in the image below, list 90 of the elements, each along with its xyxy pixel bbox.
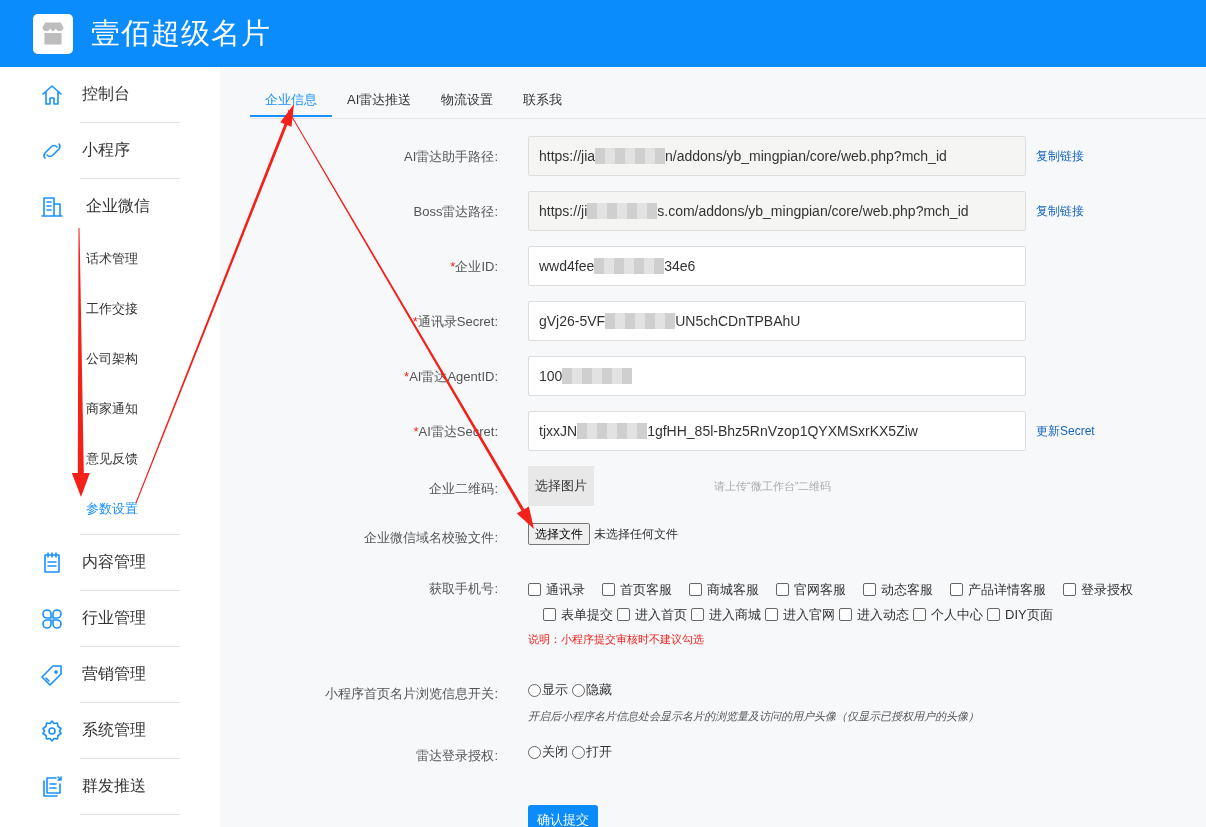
link[interactable]: 复制链接 <box>1036 147 1084 165</box>
radio-label: 打开 <box>586 743 612 761</box>
form-label: 企业二维码: <box>429 481 498 496</box>
input-field[interactable]: gVj26-5VF UN5chCDnTPBAhU <box>528 301 1026 341</box>
warning-note: 说明：小程序提交审核时不建议勾选 <box>528 632 705 647</box>
radio-label: 隐藏 <box>586 681 612 699</box>
shop-logo-icon <box>33 13 73 54</box>
radio-label: 显示 <box>542 681 568 699</box>
document-send-icon <box>40 774 64 799</box>
redaction-blur <box>587 203 658 219</box>
tab[interactable]: 联系我 <box>508 87 578 117</box>
sidebar-item[interactable]: 系统管理 <box>0 703 220 758</box>
input-field[interactable]: wwd4fee 34e6 <box>528 246 1026 286</box>
checkbox[interactable] <box>863 583 876 596</box>
choose-image-button[interactable]: 选择图片 <box>528 466 594 506</box>
checkbox[interactable] <box>617 608 630 621</box>
sidebar-subitem[interactable]: 商家通知 <box>0 384 220 434</box>
sidebar-subitem[interactable]: 公司架构 <box>0 334 220 384</box>
choose-file-button[interactable]: 选择文件 <box>528 523 590 545</box>
redaction-blur <box>577 423 648 439</box>
radio-button[interactable] <box>528 745 541 759</box>
checkbox-label: 进入官网 <box>783 605 835 624</box>
link[interactable]: 更新Secret <box>1036 422 1095 440</box>
tab[interactable]: 物流设置 <box>426 87 509 117</box>
sidebar-item[interactable]: 行业管理 <box>0 591 220 646</box>
checkbox-label: 进入动态 <box>857 605 909 624</box>
checkbox-label: 个人中心 <box>931 605 983 624</box>
checkbox-label: 产品详情客服 <box>968 580 1046 599</box>
form-label: Boss雷达路径: <box>413 204 498 219</box>
sidebar-item[interactable]: 小程序 <box>0 123 220 178</box>
checkbox[interactable] <box>1063 583 1076 596</box>
input-field[interactable]: https://ji s.com/addons/yb_mingpian/core/web.php?mch_id <box>528 191 1026 231</box>
upload-hint: 请上传“微工作台”二维码 <box>714 478 832 494</box>
sidebar-subitem[interactable]: 意见反馈 <box>0 434 220 484</box>
sidebar-item[interactable]: 内容管理 <box>0 535 220 590</box>
checkbox-label: 动态客服 <box>881 580 933 599</box>
checkbox[interactable] <box>776 583 789 596</box>
checkbox-label: 通讯录 <box>546 580 585 599</box>
form-label: 雷达登录授权: <box>416 748 498 763</box>
checkbox-label: 官网客服 <box>794 580 846 599</box>
tab[interactable]: AI雷达推送 <box>332 87 427 117</box>
checkbox[interactable] <box>839 608 852 621</box>
redaction-blur <box>595 148 666 164</box>
checkbox-label: 进入商城 <box>709 605 761 624</box>
app-title: 壹佰超级名片 <box>91 15 271 51</box>
input-field[interactable]: https://jia n/addons/yb_mingpian/core/web.php?mch_id <box>528 136 1026 176</box>
radio-label: 关闭 <box>542 743 568 761</box>
file-status: 未选择任何文件 <box>594 525 678 543</box>
checkbox-label: 表单提交 <box>561 605 613 624</box>
checkbox[interactable] <box>691 608 704 621</box>
redaction-blur <box>605 313 676 329</box>
checkbox[interactable] <box>543 608 556 621</box>
redaction-blur <box>594 258 665 274</box>
checkbox-label: 进入首页 <box>635 605 687 624</box>
checkbox[interactable] <box>528 583 541 596</box>
radio-button[interactable] <box>572 683 585 697</box>
form-label: *企业ID: <box>450 259 498 274</box>
sidebar-subitem[interactable]: 工作交接 <box>0 284 220 334</box>
sidebar-item[interactable]: 控制台 <box>0 67 220 122</box>
checkbox[interactable] <box>913 608 926 621</box>
radio-button[interactable] <box>572 745 585 759</box>
input-field[interactable]: tjxxJN 1gfHH_85l-Bhz5RnVzop1QYXMSxrKX5Ziw <box>528 411 1026 451</box>
checkbox[interactable] <box>950 583 963 596</box>
checkbox[interactable] <box>765 608 778 621</box>
form-label: 获取手机号: <box>429 581 498 596</box>
checkbox[interactable] <box>602 583 615 596</box>
form-label: 企业微信域名校验文件: <box>364 530 498 545</box>
form-label: *通讯录Secret: <box>412 314 498 329</box>
checkbox[interactable] <box>987 608 1000 621</box>
sidebar-subitem[interactable]: 话术管理 <box>0 234 220 284</box>
sidebar-item[interactable]: 企业微信 <box>0 179 220 234</box>
help-text: 开启后小程序名片信息处会显示名片的浏览量及访问的用户头像（仅显示已授权用户的头像） <box>528 709 980 724</box>
settings-icon <box>40 718 64 743</box>
form-label: 小程序首页名片浏览信息开关: <box>325 686 498 701</box>
radio-button[interactable] <box>528 683 541 697</box>
sidebar-item[interactable]: 营销管理 <box>0 647 220 702</box>
checkbox-label: 首页客服 <box>620 580 672 599</box>
redaction-blur <box>562 368 633 384</box>
input-field[interactable]: 100 <box>528 356 1026 396</box>
sidebar-item[interactable]: 群发推送 <box>0 759 220 814</box>
tag-icon <box>40 662 64 687</box>
link[interactable]: 复制链接 <box>1036 202 1084 220</box>
checkbox[interactable] <box>689 583 702 596</box>
form-label: AI雷达助手路径: <box>404 149 498 164</box>
grid-icon <box>40 606 64 631</box>
checkbox-label: 商城客服 <box>707 580 759 599</box>
home-icon <box>40 82 64 107</box>
building-icon <box>40 194 64 219</box>
checkbox-label: 登录授权 <box>1081 580 1133 599</box>
checkbox-label: DIY页面 <box>1005 605 1053 624</box>
